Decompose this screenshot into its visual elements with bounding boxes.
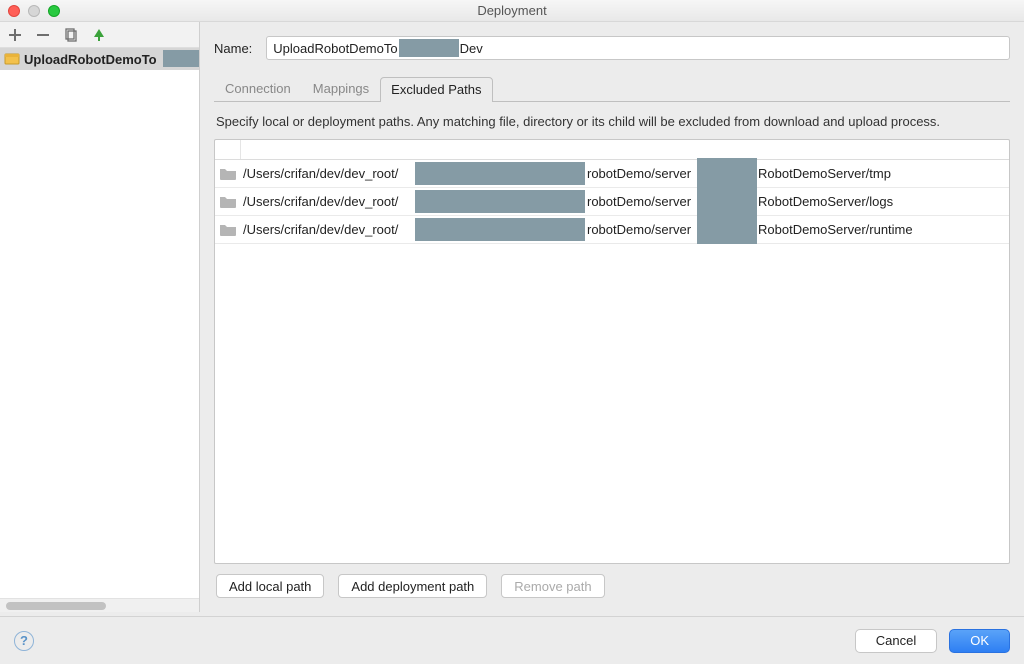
redaction [163,50,199,67]
folder-icon [215,224,241,236]
help-button[interactable]: ? [14,631,34,651]
path-buttons-row: Add local path Add deployment path Remov… [214,564,1010,612]
server-item-label: UploadRobotDemoTo [24,52,157,67]
redaction [399,39,459,57]
table-header [215,140,1009,160]
add-deployment-path-button[interactable]: Add deployment path [338,574,487,598]
add-server-button[interactable] [6,26,24,44]
cancel-button[interactable]: Cancel [855,629,937,653]
remove-path-button: Remove path [501,574,604,598]
description-text: Specify local or deployment paths. Any m… [214,102,1010,139]
path-text: /Users/crifan/dev/dev_root/ [241,222,398,237]
table-row[interactable]: /Users/crifan/dev/dev_root/ robotDemo/se… [215,216,1009,244]
window-title: Deployment [0,3,1024,18]
name-value-prefix: UploadRobotDemoTo [273,41,397,56]
excluded-paths-table: /Users/crifan/dev/dev_root/ robotDemo/se… [214,139,1010,564]
table-row[interactable]: /Users/crifan/dev/dev_root/ robotDemo/se… [215,188,1009,216]
add-local-path-button[interactable]: Add local path [216,574,324,598]
remove-server-button[interactable] [34,26,52,44]
name-label: Name: [214,41,252,56]
redaction [697,214,757,244]
folder-icon [215,196,241,208]
tab-mappings[interactable]: Mappings [302,76,380,101]
deployment-servers-sidebar: UploadRobotDemoTo [0,22,200,612]
path-text: /Users/crifan/dev/dev_root/ [241,166,398,181]
dialog-footer: ? Cancel OK [0,616,1024,664]
redaction [415,190,585,213]
name-row: Name: UploadRobotDemoTo Dev [214,36,1010,60]
table-row[interactable]: /Users/crifan/dev/dev_root/ robotDemo/se… [215,160,1009,188]
tabbar: Connection Mappings Excluded Paths [214,76,1010,102]
sidebar-toolbar [0,22,199,48]
set-default-button[interactable] [90,26,108,44]
server-list: UploadRobotDemoTo [0,48,199,598]
tab-connection[interactable]: Connection [214,76,302,101]
main-panel: Name: UploadRobotDemoTo Dev Connection Ma… [200,22,1024,612]
scrollbar-thumb[interactable] [6,602,106,610]
redaction [697,186,757,216]
folder-icon [215,168,241,180]
tab-excluded-paths[interactable]: Excluded Paths [380,77,492,102]
name-input[interactable]: UploadRobotDemoTo Dev [266,36,1010,60]
server-icon [4,51,20,67]
redaction [415,218,585,241]
ok-button[interactable]: OK [949,629,1010,653]
server-item[interactable]: UploadRobotDemoTo [0,48,199,70]
path-text: /Users/crifan/dev/dev_root/ [241,194,398,209]
name-value-suffix: Dev [460,41,483,56]
copy-server-button[interactable] [62,26,80,44]
titlebar: Deployment [0,0,1024,22]
redaction [415,162,585,185]
sidebar-scrollbar[interactable] [0,598,199,612]
redaction [697,158,757,188]
